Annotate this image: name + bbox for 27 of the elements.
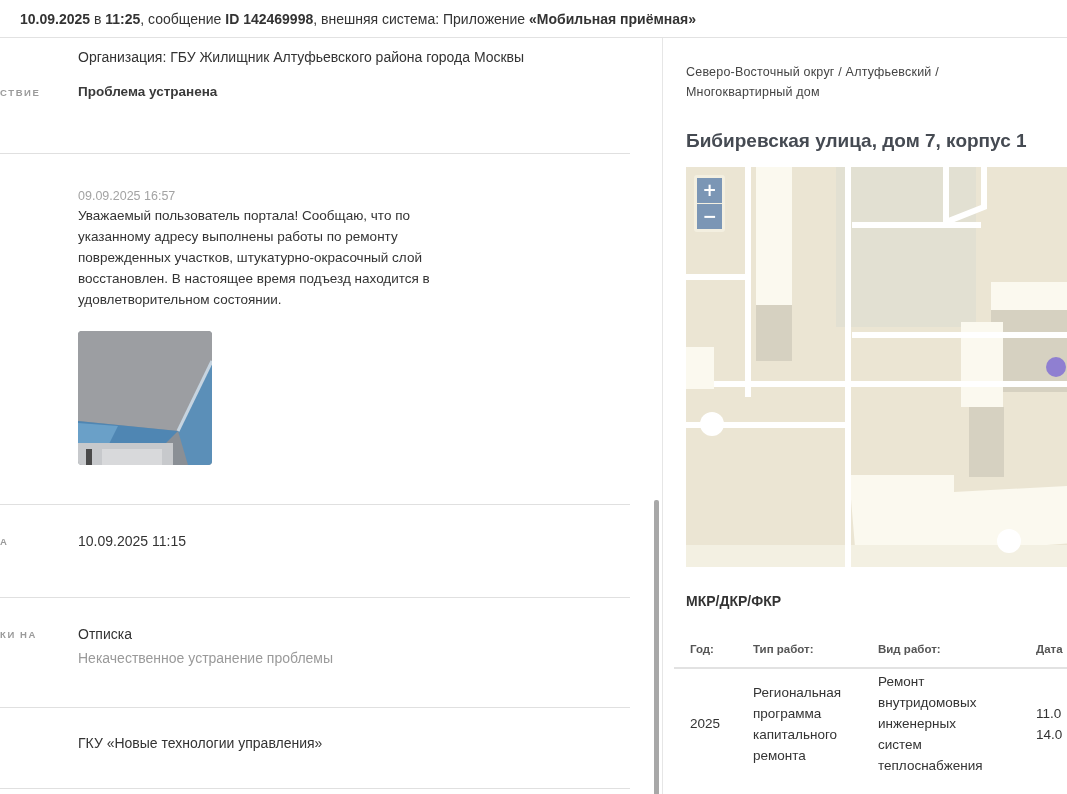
zoom-out-button[interactable]: −: [697, 204, 722, 229]
table-cell: 2025: [690, 716, 721, 731]
table-cell-text: 14.0: [1036, 725, 1064, 744]
field-value: Отписка: [78, 625, 133, 643]
field-value: ГКУ «Новые технологии управления»: [78, 734, 324, 752]
message-info: 10.09.2025 в 11:25, сообщение ID 142469998, внешняя система: Приложение «Мобильная приёмная»: [20, 10, 697, 27]
scrollbar[interactable]: [654, 500, 659, 794]
column-header: Тип работ:: [753, 643, 814, 655]
table-cell-text: Ремонт внутридомовых инженерных систем теплоснабжения: [878, 673, 984, 775]
comment-date: 09.09.2025 16:57: [78, 189, 177, 203]
organization-text: Организация: ГБУ Жилищник Алтуфьевского района города Москвы: [77, 48, 526, 66]
column-header: Вид работ:: [878, 643, 941, 655]
field-value: 10.09.2025 11:15: [78, 532, 187, 550]
zoom-in-button[interactable]: +: [697, 178, 722, 203]
address-title: Бибиревская улица, дом 7, корпус 1: [686, 130, 1028, 152]
field-label: А: [0, 536, 9, 547]
section-title: МКР/ДКР/ФКР: [686, 593, 782, 609]
table-cell-text: 11.0: [1036, 704, 1063, 723]
table-cell: Региональная программа капитального ремонта: [753, 684, 842, 763]
field-value: Проблема устранена: [78, 83, 219, 101]
column-header: Год:: [690, 643, 714, 655]
field-label: КИ НА: [0, 629, 37, 640]
breadcrumbs: Северо-Восточный округ / Алтуфьевский / Многоквартирный дом: [686, 64, 940, 101]
column-header: Дата: [1036, 643, 1063, 655]
field-note: Некачественное устранение проблемы: [78, 649, 335, 667]
field-label: СТВИЕ: [0, 87, 41, 98]
comment-text: Уважаемый пользователь портала! Сообщаю, что по указанному адресу выполнены работы по ремонту поврежденных участков, штукатурно-окрасочный слой восстановлен. В настоящее время подъезд находится в удовлетворительном состоянии.: [78, 207, 431, 309]
